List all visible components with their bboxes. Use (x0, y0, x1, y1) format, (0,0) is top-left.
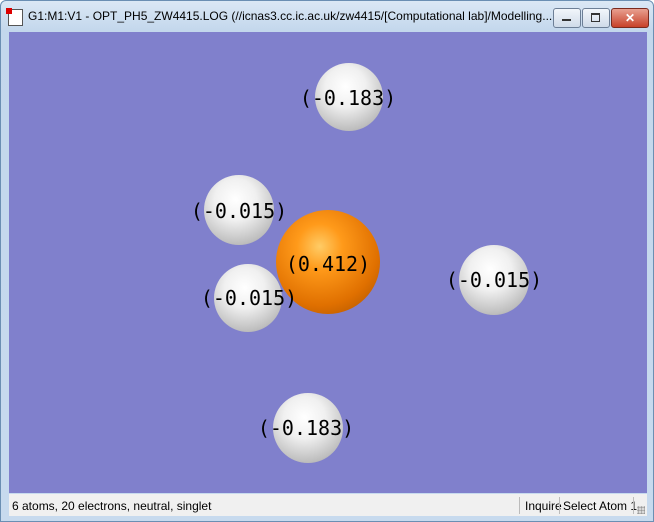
gaussview-window: G1:M1:V1 - OPT_PH5_ZW4415.LOG (//icnas3.… (0, 0, 654, 522)
close-button[interactable]: ✕ (611, 8, 649, 28)
title-bar[interactable]: G1:M1:V1 - OPT_PH5_ZW4415.LOG (//icnas3.… (1, 1, 653, 31)
status-bar: 6 atoms, 20 electrons, neutral, singlet … (9, 494, 647, 516)
window-title: G1:M1:V1 - OPT_PH5_ZW4415.LOG (//icnas3.… (28, 9, 553, 23)
resize-grip[interactable] (637, 506, 645, 514)
minimize-button[interactable] (553, 8, 581, 28)
status-divider (519, 497, 520, 514)
charge-label: (-0.183) (299, 86, 397, 110)
charge-label: (-0.183) (257, 416, 355, 440)
molecule-info: 6 atoms, 20 electrons, neutral, singlet (12, 499, 212, 513)
charge-label: (-0.015) (200, 286, 298, 310)
molecule-view-canvas[interactable]: (-0.183) (-0.015) (0.412) (-0.015) (-0.0… (9, 32, 647, 493)
action-indicator: Select Atom 1 (563, 499, 638, 513)
charge-label: (0.412) (285, 252, 371, 276)
status-divider (633, 497, 634, 514)
charge-label: (-0.015) (190, 199, 288, 223)
mode-indicator: Inquire (525, 499, 562, 513)
charge-label: (-0.015) (445, 268, 543, 292)
app-icon[interactable] (6, 8, 23, 26)
maximize-button[interactable] (582, 8, 610, 28)
status-divider (559, 497, 560, 514)
